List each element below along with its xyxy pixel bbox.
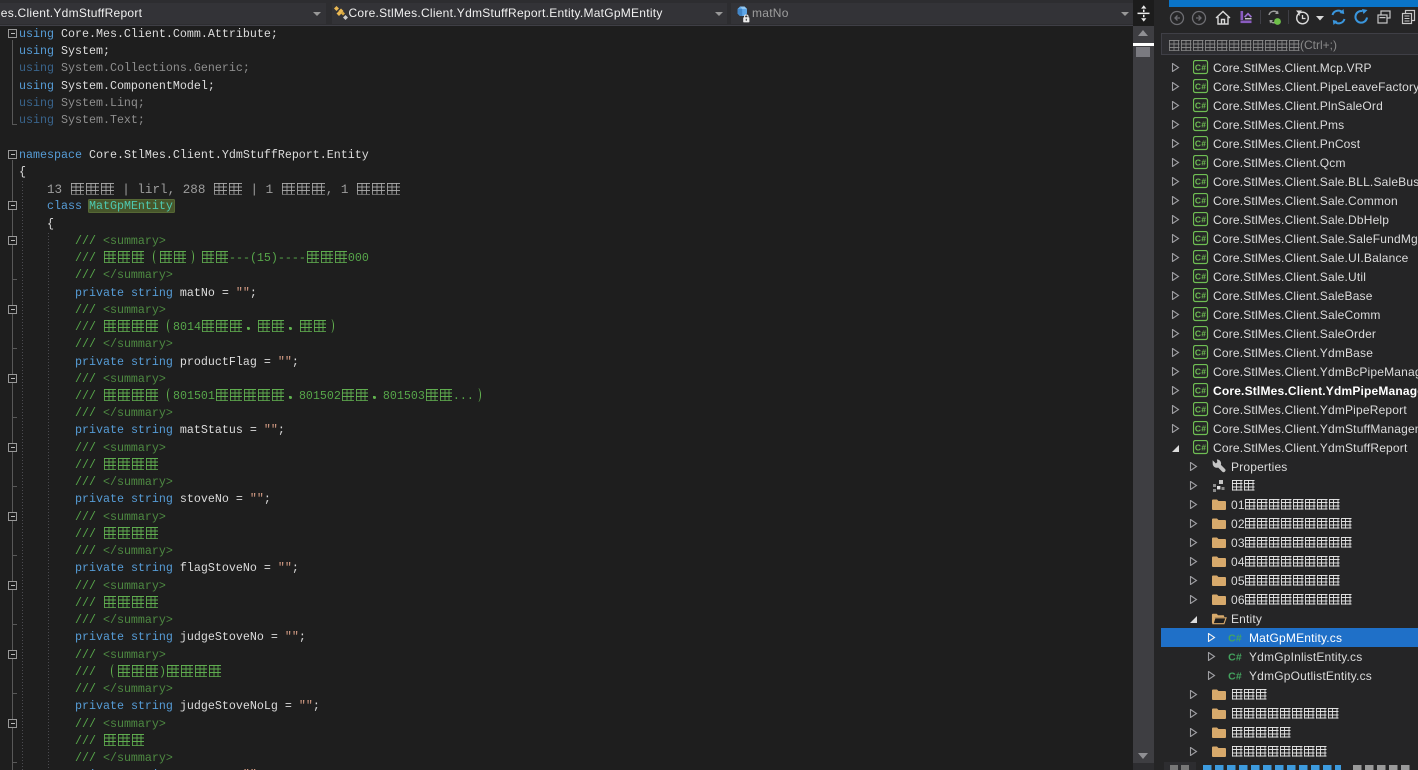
svg-text:C#: C# bbox=[1195, 139, 1206, 149]
svg-text:C#: C# bbox=[1195, 367, 1206, 377]
svg-text:C#: C# bbox=[1228, 633, 1242, 645]
svg-text:C#: C# bbox=[1195, 329, 1206, 339]
svg-text:C#: C# bbox=[1195, 443, 1206, 453]
svg-text:C#: C# bbox=[1195, 386, 1206, 396]
svg-text:C#: C# bbox=[1195, 310, 1206, 320]
svg-text:C#: C# bbox=[1195, 253, 1206, 263]
svg-text:C#: C# bbox=[1195, 158, 1206, 168]
svg-text:C#: C# bbox=[1195, 215, 1206, 225]
svg-text:C#: C# bbox=[1195, 101, 1206, 111]
svg-text:C#: C# bbox=[1228, 652, 1242, 664]
svg-text:C#: C# bbox=[1195, 348, 1206, 358]
svg-text:C#: C# bbox=[1195, 424, 1206, 434]
svg-text:C#: C# bbox=[1195, 82, 1206, 92]
svg-text:C#: C# bbox=[1195, 291, 1206, 301]
svg-text:C#: C# bbox=[1195, 272, 1206, 282]
svg-text:C#: C# bbox=[1228, 671, 1242, 683]
svg-text:C#: C# bbox=[1195, 63, 1206, 73]
svg-text:C#: C# bbox=[1195, 234, 1206, 244]
svg-text:C#: C# bbox=[1195, 196, 1206, 206]
svg-text:C#: C# bbox=[1195, 120, 1206, 130]
svg-text:C#: C# bbox=[1195, 405, 1206, 415]
svg-text:C#: C# bbox=[1195, 177, 1206, 187]
